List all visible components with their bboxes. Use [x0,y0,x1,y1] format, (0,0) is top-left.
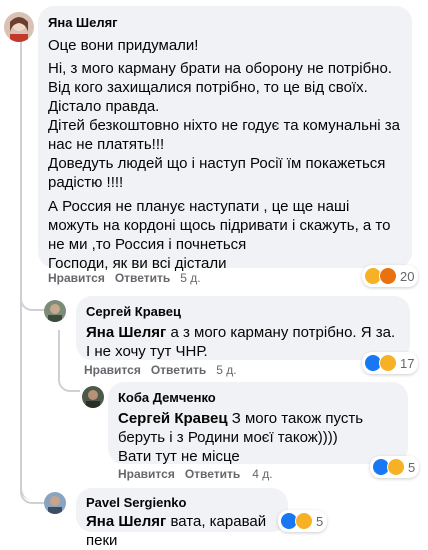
comment-text: А Россия не планує наступати , це ще наш… [48,198,391,253]
comment-text: Яна Шеляг вата, каравай пеки [86,512,278,550]
comment-text: Дітей безкоштовно ніхто не годує та кому… [48,117,400,153]
avatar[interactable] [4,12,34,42]
comment-text: Доведуть людей що і наступ Росії їм пока… [48,155,386,191]
avatar[interactable] [44,300,66,322]
comment-text: Ні, з мого карману брати на оборону не п… [48,60,392,96]
comment-text: Яна Шеляг а з мого карману потрібно. Я з… [86,323,400,361]
reaction-count: 17 [400,355,415,371]
comment-author[interactable]: Коба Демченко [118,389,398,406]
reaction-count: 5 [408,459,416,475]
comment-bubble: Яна Шеляг Оце вони придумали! Ні, з мого… [38,6,412,272]
mention-link[interactable]: Яна Шеляг [86,513,166,530]
comment-author[interactable]: Pavel Sergienko [86,494,278,511]
comment-text: Сергей Кравец З мого також пусть беруть … [118,409,398,447]
avatar-image [44,492,66,514]
comment-actions: Нравится Ответить 5 д. [84,363,237,377]
reaction-count: 20 [400,268,415,284]
timestamp[interactable]: 4 д. [252,467,272,481]
reply-link[interactable]: Ответить [185,467,240,481]
reaction-summary[interactable]: 17 [362,352,419,374]
angry-icon [379,267,397,285]
reaction-summary[interactable]: 5 [370,456,420,478]
like-link[interactable]: Нравится [118,467,175,481]
comment-bubble: Pavel Sergienko Яна Шеляг вата, каравай … [76,488,288,549]
avatar-image [44,300,66,322]
mention-link[interactable]: Яна Шеляг [86,324,166,341]
comment-text: Оце вони придумали! [48,37,199,54]
comment-actions: Нравится Ответить 5 д. [48,271,201,285]
avatar[interactable] [44,492,66,514]
haha-icon [387,458,405,476]
comment-text: Дістало правда. [48,98,160,115]
comment-bubble: Сергей Кравец Яна Шеляг а з мого карману… [76,296,410,360]
comment-author[interactable]: Яна Шеляг [48,14,402,31]
comment-text: Вати тут не місце [118,448,240,465]
avatar-image [82,386,104,408]
comment-author[interactable]: Сергей Кравец [86,303,400,320]
haha-icon [379,354,397,372]
reply-link[interactable]: Ответить [151,363,206,377]
avatar-image [4,12,34,42]
haha-icon [295,512,313,530]
reaction-summary[interactable]: 20 [362,265,419,287]
comment-bubble: Коба Демченко Сергей Кравец З мого також… [108,382,408,465]
like-link[interactable]: Нравится [48,271,105,285]
reaction-summary[interactable]: 5 [278,510,328,532]
thread-line [20,300,44,504]
mention-link[interactable]: Сергей Кравец [118,410,228,427]
avatar[interactable] [82,386,104,408]
timestamp[interactable]: 5 д. [180,271,200,285]
comment-actions: Нравится Ответить 4 д. [118,467,273,481]
like-link[interactable]: Нравится [84,363,141,377]
timestamp[interactable]: 5 д. [216,363,236,377]
reply-link[interactable]: Ответить [115,271,170,285]
reaction-count: 5 [316,513,324,529]
